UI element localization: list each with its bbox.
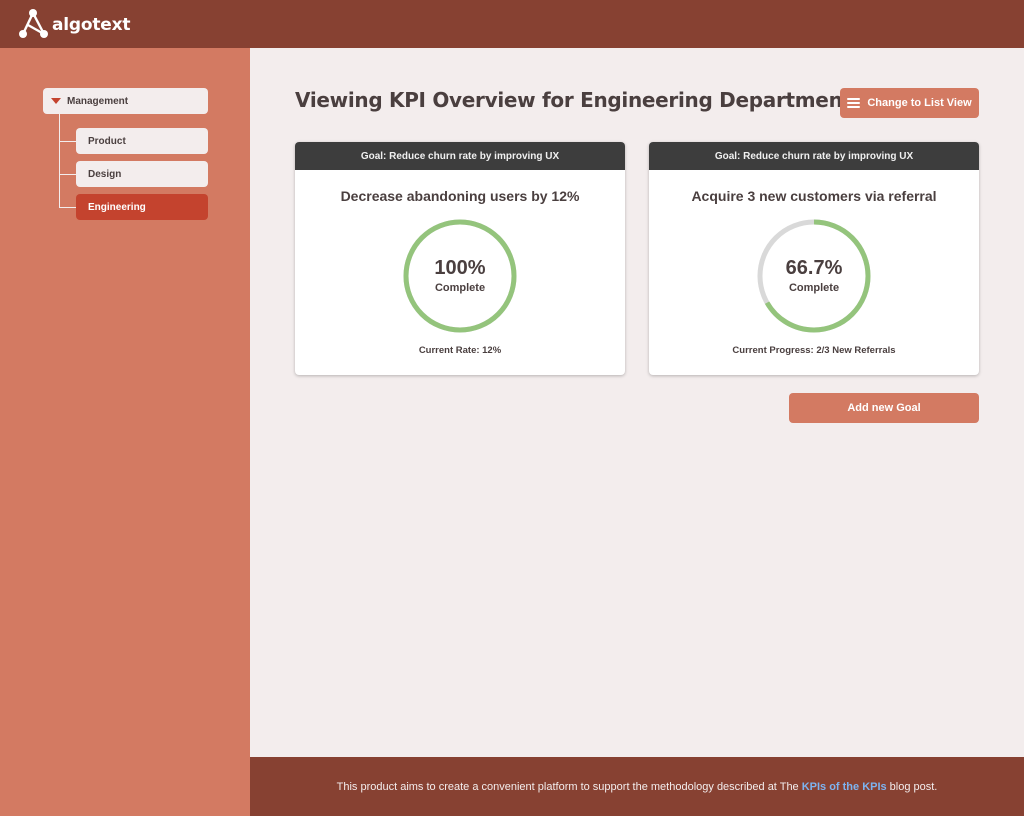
progress-ring: 66.7% Complete (756, 218, 872, 334)
tree-connector (59, 141, 76, 142)
sidebar-item-design[interactable]: Design (76, 161, 208, 187)
kpi-card[interactable]: Goal: Reduce churn rate by improving UX … (649, 142, 979, 375)
tree-connector (59, 207, 76, 208)
logo-text: algotext (52, 15, 131, 35)
kpi-card-title: Decrease abandoning users by 12% (340, 188, 580, 204)
kpi-card-goal: Goal: Reduce churn rate by improving UX (649, 142, 979, 170)
progress-status: Complete (434, 282, 486, 294)
sidebar-item-product[interactable]: Product (76, 128, 208, 154)
tree-connector (59, 114, 60, 207)
top-bar: algotext (0, 0, 1024, 48)
progress-percent: 66.7% (785, 257, 843, 279)
kpi-card-title: Acquire 3 new customers via referral (691, 188, 937, 204)
footer-text: This product aims to create a convenient… (336, 780, 799, 793)
page-title: Viewing KPI Overview for Engineering Dep… (295, 88, 852, 112)
change-view-label: Change to List View (867, 97, 972, 109)
progress-status: Complete (788, 282, 840, 294)
logo[interactable]: algotext (18, 8, 130, 40)
progress-ring: 100% Complete (402, 218, 518, 334)
sidebar-item-engineering[interactable]: Engineering (76, 194, 208, 220)
progress-percent: 100% (434, 257, 486, 279)
caret-down-icon[interactable] (51, 98, 61, 104)
sidebar-item-management[interactable]: Management (43, 88, 208, 114)
add-goal-button[interactable]: Add new Goal (789, 393, 979, 423)
footer-link[interactable]: KPIs of the KPIs (802, 781, 887, 793)
kpi-card-goal: Goal: Reduce churn rate by improving UX (295, 142, 625, 170)
footer: This product aims to create a convenient… (250, 757, 1024, 816)
sidebar-item-label: Management (67, 95, 129, 107)
list-icon (847, 98, 861, 108)
change-view-button[interactable]: Change to List View (840, 88, 979, 118)
tree-connector (59, 174, 76, 175)
logo-icon (19, 9, 48, 38)
kpi-card[interactable]: Goal: Reduce churn rate by improving UX … (295, 142, 625, 375)
footer-text-end: blog post. (889, 780, 938, 793)
kpi-card-footer: Current Progress: 2/3 New Referrals (732, 345, 896, 356)
kpi-card-footer: Current Rate: 12% (418, 345, 502, 356)
